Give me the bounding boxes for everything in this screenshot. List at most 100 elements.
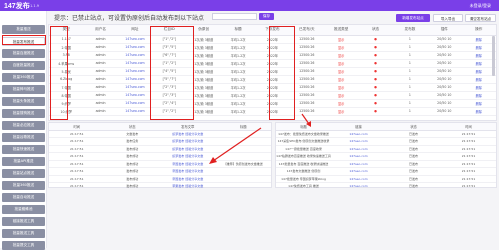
- login-link[interactable]: 未登录/登录: [470, 3, 491, 9]
- table-cell[interactable]: 删除: [461, 91, 496, 100]
- table-cell: ●: [358, 75, 393, 84]
- table-row: 147发布文章推送 伪原创 147seo.com 已发布 21:17:51: [276, 167, 496, 176]
- sidebar-item[interactable]: 链接推送工具: [2, 217, 45, 226]
- sidebar-item[interactable]: 批量提交工具: [2, 241, 45, 250]
- table-cell: 显示: [324, 51, 359, 60]
- table-cell: admin: [83, 51, 118, 60]
- table-cell[interactable]: 删除: [461, 75, 496, 84]
- table-cell[interactable]: 删除: [461, 59, 496, 68]
- table-cell[interactable]: 147seo.com: [117, 75, 153, 84]
- sidebar-item[interactable]: 批量推送工具: [2, 229, 45, 238]
- table-cell: 147发布：批量免费发布文章收录推送: [276, 130, 331, 138]
- table-cell: 平均1-2次: [220, 107, 256, 116]
- table-cell: 平均1-2次: [220, 35, 256, 44]
- hint-text: 提示：已禁止站点，可设置伪原创后自动发布到以下站点: [54, 15, 205, 22]
- table-cell[interactable]: 147seo.com: [331, 160, 386, 168]
- table-cell: admin: [83, 83, 118, 92]
- new-site-button[interactable]: 新增发布站点: [396, 14, 430, 22]
- table-cell: 21:17:51: [49, 182, 105, 191]
- table-cell: admin: [83, 43, 118, 52]
- table-cell: ●: [358, 67, 393, 76]
- table-scrollbar[interactable]: [492, 36, 495, 76]
- table-cell[interactable]: 147seo.com: [117, 83, 153, 92]
- table-cell: 显示: [324, 99, 359, 108]
- table-cell: 21:17:51: [441, 175, 496, 183]
- site-search-input[interactable]: [212, 13, 257, 20]
- table-cell[interactable]: 删除: [461, 107, 496, 116]
- table-cell: 147批量发布 百度推送 收录快速推送: [276, 160, 331, 168]
- table-cell[interactable]: 147seo.com: [117, 43, 153, 52]
- table-cell[interactable]: 帝国发布 经验分享文章: [160, 175, 216, 183]
- log-right-table: 标题 链接 状态 时间 147发布：批量免费发布文章收录推送 147seo.com 已发布…: [276, 123, 496, 191]
- sidebar-item[interactable]: 批量快速推送: [2, 145, 45, 154]
- empty-area: [48, 190, 497, 248]
- sidebar-item[interactable]: 百度批量推送: [2, 61, 45, 70]
- table-cell[interactable]: 删除: [461, 43, 496, 52]
- sidebar-item[interactable]: 批量蜘蛛池: [2, 205, 45, 214]
- table-cell[interactable]: 147seo.com: [331, 130, 386, 138]
- table-cell[interactable]: 147seo.com: [331, 137, 386, 146]
- table-row: 21:17:51 发布成功 帝国发布 经验分享文章: [49, 175, 271, 183]
- table-row: 147发布：批量免费发布文章收录推送 147seo.com 已发布 21:17:51: [276, 130, 496, 138]
- export-button[interactable]: 导入导出: [433, 14, 463, 22]
- sidebar-item[interactable]: 批量谷歌推送: [2, 133, 45, 142]
- table-cell[interactable]: 删除: [461, 83, 496, 92]
- table-cell[interactable]: 147seo.com: [331, 145, 386, 153]
- table-cell: 已发布: [386, 130, 441, 138]
- table-cell: 21:17:51: [49, 160, 105, 168]
- table-cell: ●: [358, 99, 393, 108]
- table-cell: 已发布: [386, 175, 441, 183]
- sidebar-item[interactable]: 批量站点推送: [2, 169, 45, 178]
- table-cell[interactable]: 147seo.com: [117, 35, 153, 44]
- table-cell: admin: [83, 35, 118, 44]
- table-cell: 20/50 10: [427, 99, 462, 108]
- table-cell[interactable]: 147seo.com: [331, 152, 386, 161]
- sidebar-item[interactable]: 批量推送: [2, 25, 45, 34]
- sidebar-item[interactable]: 批量搜狗推送: [2, 109, 45, 118]
- sidebar-item[interactable]: 批量API推送: [2, 157, 45, 166]
- table-row: 147采集SEO发布 伪原创文章推送收录 147seo.com 已发布 21:17:5…: [276, 137, 496, 146]
- table-cell: 平均1-2次: [220, 91, 256, 100]
- table-cell: 1: [392, 43, 428, 52]
- table-cell[interactable]: 147seo.com: [117, 51, 153, 60]
- table-cell[interactable]: 苹果发布 经验分享文章: [160, 182, 216, 191]
- table-cell: [215, 167, 271, 176]
- table-cell[interactable]: 147seo.com: [331, 182, 386, 191]
- table-cell: 发布成功: [104, 167, 160, 176]
- sidebar-item[interactable]: 批量自动推送: [2, 193, 45, 202]
- table-cell[interactable]: 147seo.com: [117, 99, 153, 108]
- column-header: 标题: [220, 25, 256, 36]
- table-cell: 21:17:51: [441, 160, 496, 168]
- sidebar-item[interactable]: 批量神马推送: [2, 85, 45, 94]
- table-cell[interactable]: 147seo.com: [331, 175, 386, 183]
- sidebar-item[interactable]: 批量必应推送: [2, 121, 45, 130]
- table-cell[interactable]: 147seo.com: [117, 59, 153, 68]
- table-cell: 发布任务: [104, 137, 160, 146]
- column-header: 状态: [358, 25, 393, 36]
- table-cell[interactable]: 删除: [461, 35, 496, 44]
- table-cell: 文章发布: [104, 130, 160, 138]
- sidebar-item[interactable]: 批量360推送: [2, 181, 45, 190]
- table-cell[interactable]: 删除: [461, 51, 496, 60]
- table-cell[interactable]: 147seo.com: [117, 107, 153, 116]
- save-button[interactable]: 保存: [259, 13, 274, 20]
- sidebar-item[interactable]: 批量百度推送: [2, 49, 45, 58]
- table-cell: 显示: [324, 91, 359, 100]
- table-row: 147免费发布工具 推送 147seo.com 已发布 21:17:51: [276, 182, 496, 191]
- table-cell[interactable]: 147seo.com: [331, 167, 386, 176]
- table-cell[interactable]: 删除: [461, 67, 496, 76]
- column-header: 状态: [104, 123, 160, 131]
- table-cell[interactable]: 删除: [461, 99, 496, 108]
- table-cell: [215, 175, 271, 183]
- table-cell: ●: [358, 91, 393, 100]
- table-cell[interactable]: 147seo.com: [117, 91, 153, 100]
- table-cell[interactable]: 帝国发布 经验分享文章: [160, 167, 216, 176]
- table-cell: 1: [392, 99, 428, 108]
- table-cell[interactable]: 147seo.com: [117, 67, 153, 76]
- sidebar-item[interactable]: 批量360推送: [2, 73, 45, 82]
- sidebar-item[interactable]: 批量头条推送: [2, 97, 45, 106]
- table-cell: 已发布: [386, 160, 441, 168]
- table-cell: 147免费发布工具 推送: [276, 182, 331, 191]
- clear-sites-button[interactable]: 清空发布站点: [465, 14, 496, 22]
- table-cell: 显示: [324, 59, 359, 68]
